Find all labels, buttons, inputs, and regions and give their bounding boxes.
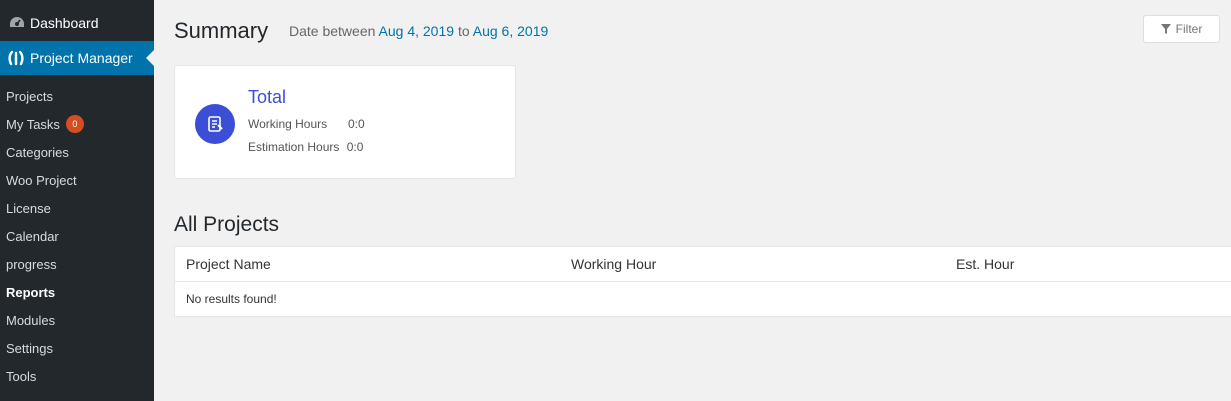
report-clipboard-icon [195,104,235,144]
submenu-item-label: Categories [6,144,69,160]
submenu-item-label: License [6,200,51,216]
menu-item-project-manager[interactable]: Project Manager [0,41,154,75]
submenu-item-label: Tools [6,368,37,384]
submenu-item-settings[interactable]: Settings [0,334,154,362]
submenu-item-modules[interactable]: Modules [0,306,154,334]
submenu-item-calendar[interactable]: Calendar [0,222,154,250]
estimation-hours-metric: Estimation Hours 0:0 [248,140,363,154]
submenu-item-categories[interactable]: Categories [0,138,154,166]
project-manager-submenu: Projects My Tasks 0 Categories Woo Projec… [0,82,154,390]
date-to: Aug 6, 2019 [472,23,549,39]
column-header-project-name[interactable]: Project Name [186,256,271,272]
submenu-item-label: My Tasks [6,116,60,132]
date-range-text: Date between Aug 4, 2019 to Aug 6, 2019 [289,23,548,39]
table-header-row: Project Name Working Hour Est. Hour [175,247,1231,282]
submenu-item-label: Reports [6,284,56,300]
submenu-item-tools[interactable]: Tools [0,362,154,390]
projects-table: Project Name Working Hour Est. Hour No r… [174,246,1231,317]
total-card-title: Total [248,87,287,107]
submenu-item-label: Woo Project [6,172,77,188]
gauge-icon [6,16,28,30]
total-summary-card: Total Working Hours 0:0 Estimation Hours … [174,65,516,179]
submenu-item-my-tasks[interactable]: My Tasks 0 [0,110,154,138]
submenu-item-label: Projects [6,88,53,104]
submenu-item-license[interactable]: License [0,194,154,222]
empty-results-message: No results found! [186,292,277,306]
submenu-item-projects[interactable]: Projects [0,82,154,110]
menu-item-dashboard[interactable]: Dashboard [0,6,154,40]
main-content: Summary Date between Aug 4, 2019 to Aug … [154,0,1231,401]
admin-sidebar: Dashboard Project Manager Projects My Ta… [0,0,154,401]
section-title-all-projects: All Projects [174,213,280,236]
empty-results-row: No results found! [175,282,1231,316]
submenu-item-progress[interactable]: progress [0,250,154,278]
submenu-item-label: Calendar [6,228,59,244]
filter-button[interactable]: Filter [1143,15,1220,43]
working-hours-metric: Working Hours 0:0 [248,117,365,131]
menu-item-dashboard-label: Dashboard [30,15,99,31]
working-hours-label: Working Hours [248,117,328,131]
filter-button-label: Filter [1175,22,1203,36]
page-title: Summary [174,18,269,43]
estimation-hours-label: Estimation Hours [248,140,340,154]
column-header-working-hour[interactable]: Working Hour [571,256,656,272]
column-header-est-hour[interactable]: Est. Hour [956,256,1014,272]
task-count-badge: 0 [65,115,84,133]
submenu-item-reports[interactable]: Reports [0,278,154,306]
estimation-hours-value: 0:0 [346,140,364,154]
date-prefix: Date between [289,23,376,39]
submenu-item-label: Settings [6,340,53,356]
submenu-item-woo-project[interactable]: Woo Project [0,166,154,194]
date-from: Aug 4, 2019 [378,23,455,39]
active-menu-arrow [146,50,154,66]
menu-item-project-manager-label: Project Manager [30,50,133,66]
submenu-item-label: Modules [6,312,56,328]
project-manager-logo-icon [4,49,28,67]
funnel-icon [1160,24,1171,34]
date-connector: to [457,23,470,39]
submenu-item-label: progress [6,256,57,272]
working-hours-value: 0:0 [348,117,365,131]
